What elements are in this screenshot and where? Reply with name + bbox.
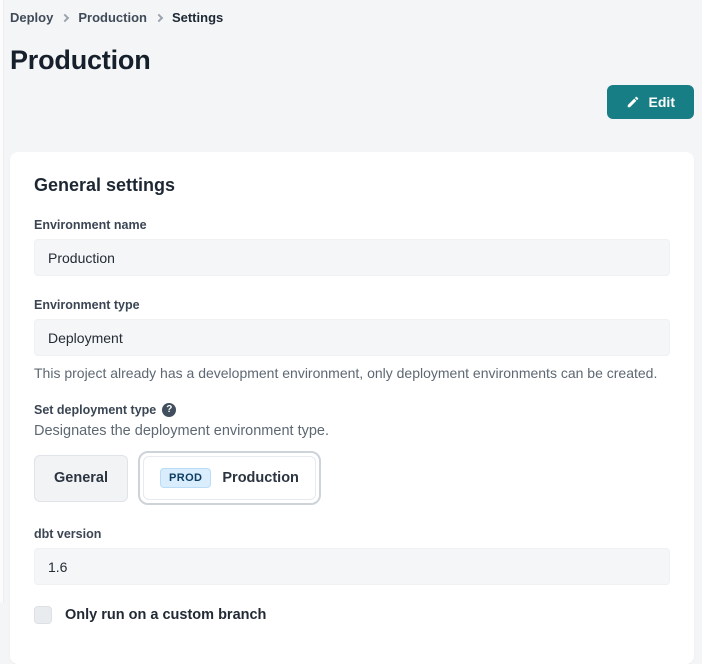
prod-badge: PROD xyxy=(160,468,211,488)
environment-name-input[interactable] xyxy=(34,239,670,276)
chevron-right-icon xyxy=(155,13,163,21)
environment-type-input[interactable] xyxy=(34,319,670,356)
breadcrumb-item-deploy[interactable]: Deploy xyxy=(10,10,53,25)
settings-page: Deploy Production Settings Production Ed… xyxy=(0,0,702,664)
environment-name-label: Environment name xyxy=(34,218,670,232)
deployment-type-label: Set deployment type xyxy=(34,403,156,417)
header-actions: Edit xyxy=(10,85,694,119)
dbt-version-label: dbt version xyxy=(34,527,670,541)
general-settings-card: General settings Environment name Enviro… xyxy=(10,152,694,664)
deployment-type-option-production-ring: PROD Production xyxy=(138,451,321,505)
edit-button[interactable]: Edit xyxy=(607,85,694,119)
environment-type-label: Environment type xyxy=(34,298,670,312)
deployment-type-option-general[interactable]: General xyxy=(34,455,128,502)
chevron-right-icon xyxy=(61,13,69,21)
custom-branch-label: Only run on a custom branch xyxy=(65,607,266,623)
deployment-type-option-production-label: Production xyxy=(222,470,299,486)
deployment-type-label-row: Set deployment type ? xyxy=(34,403,670,417)
edit-button-label: Edit xyxy=(649,94,675,110)
help-question-icon[interactable]: ? xyxy=(162,403,176,417)
deployment-type-description: Designates the deployment environment ty… xyxy=(34,423,670,439)
custom-branch-row: Only run on a custom branch xyxy=(34,606,670,624)
custom-branch-checkbox[interactable] xyxy=(34,606,52,624)
deployment-type-options: General PROD Production xyxy=(34,451,670,505)
deployment-type-option-production[interactable]: PROD Production xyxy=(143,456,316,500)
page-title: Production xyxy=(10,45,694,76)
breadcrumb-item-settings: Settings xyxy=(172,10,223,25)
breadcrumb: Deploy Production Settings xyxy=(10,10,694,25)
environment-type-help-text: This project already has a development e… xyxy=(34,365,670,381)
pencil-icon xyxy=(626,95,640,109)
breadcrumb-item-production[interactable]: Production xyxy=(78,10,147,25)
dbt-version-input[interactable] xyxy=(34,548,670,585)
content-left-edge xyxy=(0,0,4,603)
card-title: General settings xyxy=(34,175,670,196)
